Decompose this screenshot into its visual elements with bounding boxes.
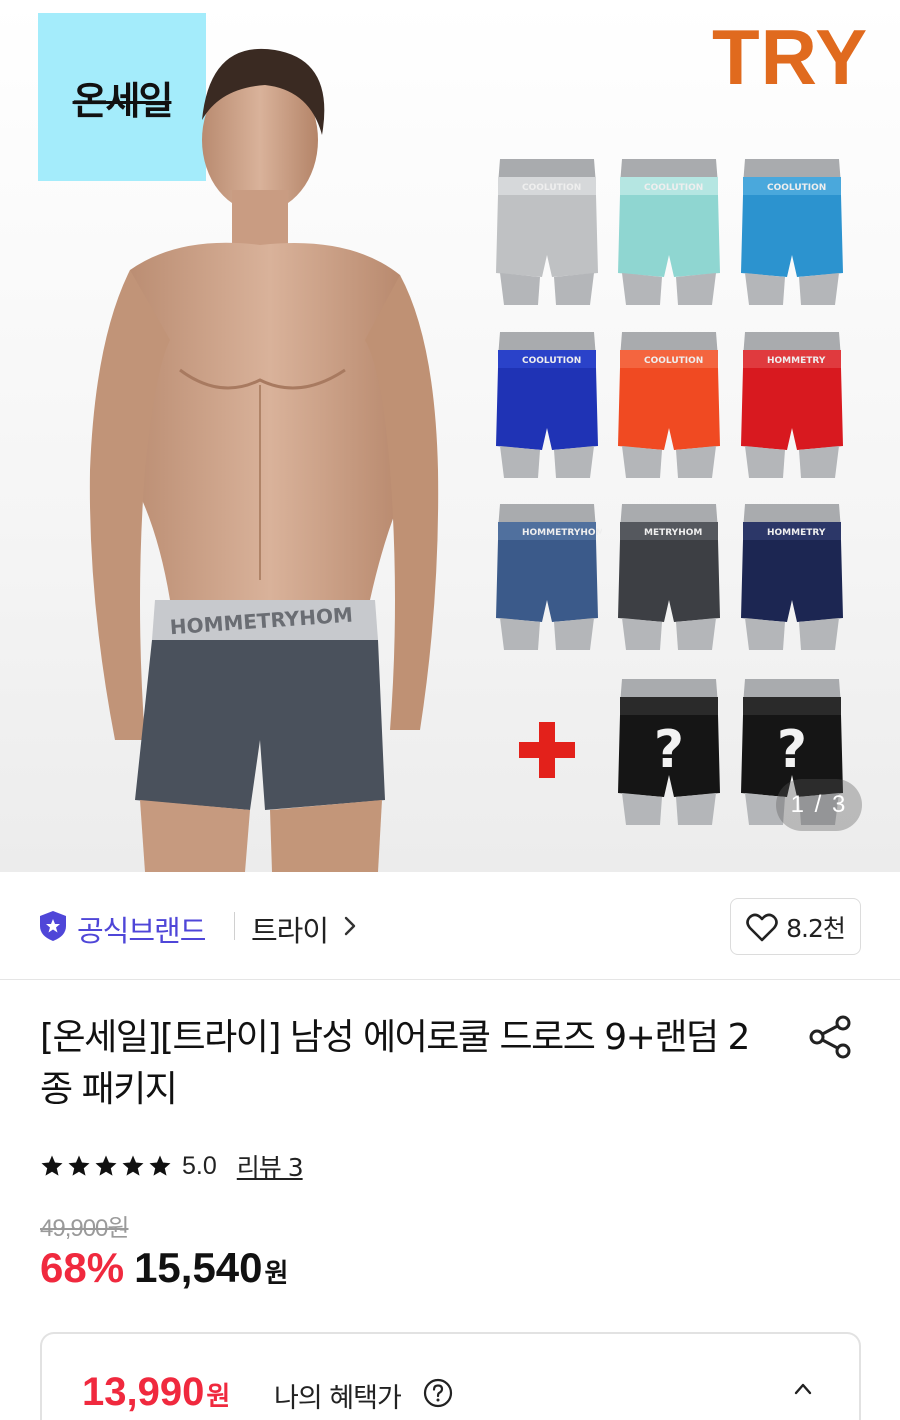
benefit-price-panel[interactable]: 13,990원 나의 혜택가 — [40, 1332, 861, 1420]
rating-score: 5.0 — [182, 1151, 217, 1180]
waistband-label: HOMMETRY — [767, 528, 826, 538]
like-count: 8.2천 — [786, 913, 846, 943]
star-icon — [95, 1155, 117, 1176]
color-option: COOLUTION — [496, 159, 598, 305]
benefit-label: 나의 혜택가 — [274, 1383, 402, 1414]
question-mark-label: ? — [654, 720, 684, 780]
color-option: HOMMETRY — [741, 504, 843, 650]
mystery-color-option: ? — [618, 679, 720, 825]
star-icon — [41, 1155, 63, 1176]
waistband-label: COOLUTION — [644, 183, 703, 193]
brand-name-link[interactable]: 트라이 — [251, 908, 329, 950]
color-option: HOMMETRYHOM — [496, 504, 602, 650]
plus-icon — [519, 722, 575, 778]
share-icon[interactable] — [808, 1014, 854, 1060]
star-icon — [149, 1155, 171, 1176]
product-image-carousel[interactable]: 온세일 TRY HOMMETRYHOM COOLUTION COOLUTION … — [0, 0, 900, 872]
waistband-label: METRYHOM — [644, 528, 702, 538]
waistband-label: COOLUTION — [522, 183, 581, 193]
like-button[interactable]: 8.2천 — [730, 898, 861, 955]
waistband-label: COOLUTION — [644, 356, 703, 366]
chevron-up-icon[interactable] — [794, 1382, 812, 1396]
waistband-label: COOLUTION — [522, 356, 581, 366]
review-link[interactable]: 리뷰 3 — [237, 1148, 304, 1184]
discount-rate: 68% — [40, 1244, 125, 1291]
benefit-price-value: 13,990 — [82, 1370, 205, 1414]
color-option: METRYHOM — [618, 504, 720, 650]
color-option: COOLUTION — [618, 159, 720, 305]
product-title: [온세일][트라이] 남성 에어로쿨 드로즈 9+랜덤 2종 패키지 — [40, 1017, 750, 1110]
waistband-label: HOMMETRYHOM — [522, 528, 602, 538]
star-rating — [40, 1154, 172, 1178]
official-brand-shield-icon — [40, 911, 66, 941]
brand-row: 공식브랜드 트라이 8.2천 — [0, 872, 900, 980]
benefit-price-unit: 원 — [206, 1381, 231, 1411]
color-option: COOLUTION — [618, 332, 720, 478]
sale-price-unit: 원 — [264, 1259, 289, 1289]
heart-icon — [746, 913, 778, 941]
rating-row: 5.0 리뷰 3 — [40, 1148, 304, 1184]
color-option: COOLUTION — [741, 159, 843, 305]
benefit-price: 13,990원 — [82, 1370, 230, 1415]
question-help-icon[interactable] — [423, 1378, 453, 1408]
brand-divider — [234, 912, 235, 940]
official-brand-label[interactable]: 공식브랜드 — [77, 908, 206, 950]
chevron-right-icon[interactable] — [342, 916, 358, 936]
image-counter: 1 / 3 — [776, 779, 862, 831]
waistband-label: COOLUTION — [767, 183, 826, 193]
color-option: HOMMETRY — [741, 332, 843, 478]
waistband-label: HOMMETRY — [767, 356, 826, 366]
original-price: 49,900원 — [40, 1215, 129, 1242]
try-brand-logo: TRY — [712, 13, 869, 101]
question-mark-label: ? — [777, 720, 807, 780]
star-icon — [122, 1155, 144, 1176]
star-icon — [68, 1155, 90, 1176]
price-row: 68% 15,540 원 — [40, 1244, 288, 1292]
model-image: HOMMETRYHOM — [89, 48, 439, 872]
sale-price: 15,540 — [134, 1244, 263, 1291]
color-option: COOLUTION — [496, 332, 598, 478]
